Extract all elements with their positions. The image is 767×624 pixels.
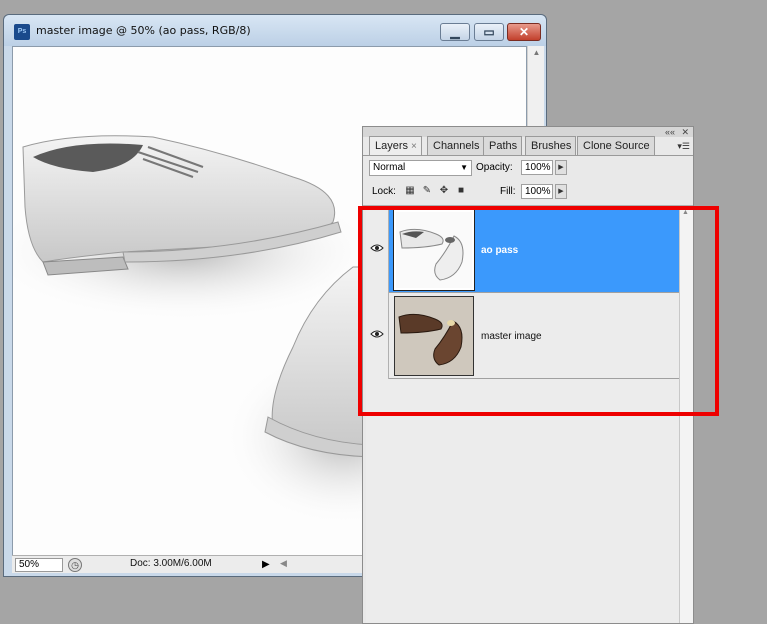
lock-position-icon[interactable]: ✥ xyxy=(438,185,450,197)
document-size-info: Doc: 3.00M/6.00M xyxy=(130,558,212,569)
panel-tabs: Layers × Channels Paths Brushes Clone Sou… xyxy=(366,136,693,155)
tab-close-icon[interactable]: × xyxy=(411,141,417,152)
chevron-down-icon: ▼ xyxy=(460,163,468,172)
fill-label: Fill: xyxy=(500,186,516,197)
close-button[interactable]: ✕ xyxy=(507,23,541,41)
lock-label: Lock: xyxy=(372,186,396,197)
zoom-level-field[interactable]: 50% xyxy=(15,558,63,572)
opacity-slider-arrow-icon[interactable]: ▶ xyxy=(555,160,567,175)
tab-clone-source[interactable]: Clone Source xyxy=(577,136,655,155)
minimize-icon: ▁ xyxy=(450,25,460,39)
opacity-field[interactable]: 100% xyxy=(521,160,553,175)
opacity-label: Opacity: xyxy=(476,162,513,173)
blend-mode-value: Normal xyxy=(373,162,406,173)
lock-all-icon[interactable]: ■ xyxy=(455,185,467,197)
panel-menu-icon[interactable]: ▾☰ xyxy=(677,141,690,152)
minimize-button[interactable]: ▁ xyxy=(440,23,470,41)
tab-layers-label: Layers xyxy=(375,140,409,152)
document-title-bar[interactable]: Ps master image @ 50% (ao pass, RGB/8) ▁… xyxy=(4,15,546,46)
tab-channels[interactable]: Channels xyxy=(427,136,485,155)
photoshop-app-icon: Ps xyxy=(14,24,30,40)
maximize-button[interactable]: ▭ xyxy=(474,23,504,41)
annotation-highlight-box xyxy=(358,206,719,416)
status-menu-arrow-icon[interactable]: ▶ xyxy=(262,558,272,572)
lock-pixels-icon[interactable]: ✎ xyxy=(421,185,433,197)
tab-divider xyxy=(363,155,693,156)
close-icon: ✕ xyxy=(518,25,530,39)
blend-mode-select[interactable]: Normal ▼ xyxy=(369,160,472,176)
tab-brushes[interactable]: Brushes xyxy=(525,136,577,155)
fill-field[interactable]: 100% xyxy=(521,184,553,199)
maximize-icon: ▭ xyxy=(483,25,495,39)
scroll-up-icon[interactable]: ▲ xyxy=(528,48,545,62)
scroll-left-icon[interactable]: ◀ xyxy=(280,558,287,569)
fill-slider-arrow-icon[interactable]: ▶ xyxy=(555,184,567,199)
tab-paths[interactable]: Paths xyxy=(483,136,523,155)
status-info-icon[interactable]: ◷ xyxy=(68,558,82,572)
document-title: master image @ 50% (ao pass, RGB/8) xyxy=(36,24,251,37)
lock-transparency-icon[interactable]: ▦ xyxy=(404,185,416,197)
tab-layers[interactable]: Layers × xyxy=(369,136,422,155)
